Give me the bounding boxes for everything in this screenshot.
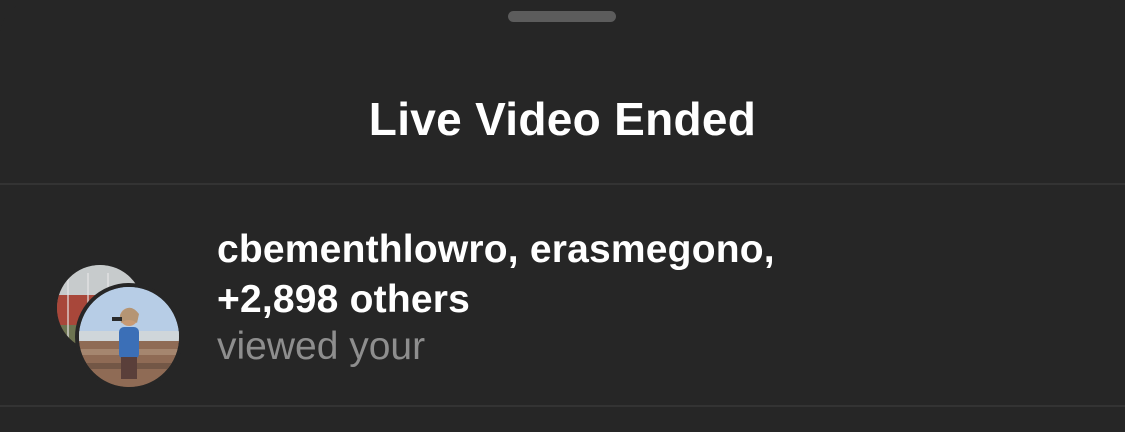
divider	[0, 405, 1125, 407]
sheet-title: Live Video Ended	[368, 93, 757, 145]
avatar-photo	[79, 287, 179, 387]
sheet-grabber-handle[interactable]	[508, 11, 616, 22]
viewer-names-line: cbementhlowro, erasmegono,	[217, 228, 775, 271]
viewer-subtitle: viewed your	[217, 325, 426, 368]
viewers-row[interactable]: cbementhlowro, erasmegono, +2,898 others…	[0, 185, 1125, 405]
live-ended-sheet: Live Video Ended cbementhlowro, erasmego…	[0, 0, 1125, 432]
viewer-avatars	[52, 260, 183, 391]
viewer-names: cbementhlowro, erasmegono, +2,898 others	[217, 225, 1097, 325]
avatar	[75, 283, 183, 391]
viewer-others-count: +2,898 others	[217, 278, 470, 321]
